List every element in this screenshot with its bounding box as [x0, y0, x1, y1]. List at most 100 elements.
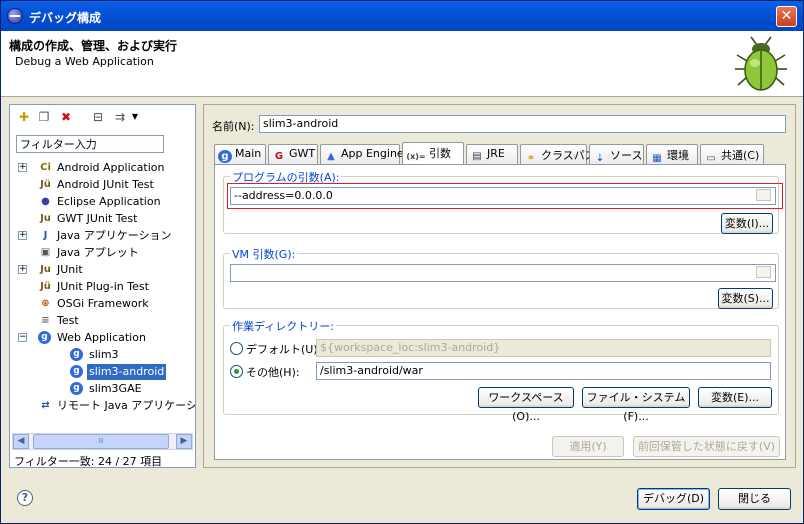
filter-match-count: フィルター一致: 24 / 27 項目	[14, 455, 163, 468]
remote-java-icon: ⇄	[41, 400, 50, 411]
eclipse-icon	[7, 8, 23, 24]
tree-item-label: JUnit Plug-in Test	[57, 280, 149, 293]
other-radio[interactable]	[230, 365, 243, 378]
debug-configurations-window: デバッグ構成 ✕ 構成の作成、管理、および実行 Debug a Web Appl…	[0, 0, 804, 524]
working-directory-label: 作業ディレクトリー:	[230, 318, 336, 334]
tab-label: ソース	[610, 149, 643, 162]
configuration-editor: 名前(N): slim3-android g Main G GWT ▲ App Engin…	[203, 104, 796, 468]
collapse-all-icon[interactable]: ⊟	[90, 109, 106, 125]
expand-icon[interactable]: +	[18, 265, 27, 274]
workspace-button[interactable]: ワークスペース(O)...	[478, 387, 574, 423]
tab-label: JRE	[487, 147, 505, 160]
gwt-icon: G	[274, 151, 284, 162]
android-icon: Ci	[40, 162, 51, 173]
debug-button[interactable]: デバッグ(D)	[637, 488, 710, 510]
filter-input[interactable]	[16, 135, 164, 153]
tree-item[interactable]: g slim3-android	[10, 364, 195, 380]
tree-item[interactable]: Ju GWT JUnit Test	[10, 211, 195, 227]
program-args-field[interactable]: --address=0.0.0.0	[230, 187, 776, 205]
horizontal-scrollbar[interactable]: ◀ Ⅲ ▶	[12, 433, 193, 450]
arguments-icon: (x)=	[406, 152, 426, 161]
tree-item[interactable]: ● Eclipse Application	[10, 194, 195, 210]
title-bar[interactable]: デバッグ構成 ✕	[1, 1, 803, 31]
tree-item[interactable]: + J Java アプリケーション	[10, 228, 195, 244]
tree-item[interactable]: + Ju JUnit	[10, 262, 195, 278]
program-args-variables-button[interactable]: 変数(I)...	[721, 213, 773, 234]
apply-button[interactable]: 適用(Y)	[552, 436, 624, 457]
expand-icon[interactable]: +	[18, 163, 27, 172]
tab-common[interactable]: ▭ 共通(C)	[700, 144, 764, 164]
file-system-button[interactable]: ファイル・システム(F)...	[582, 387, 690, 423]
eclipse-icon: ●	[41, 196, 50, 207]
duplicate-icon[interactable]: ❐	[36, 109, 52, 125]
test-icon: ≡	[41, 315, 50, 326]
tab-environment[interactable]: ▦ 環境	[646, 144, 698, 164]
other-dir-field[interactable]: /slim3-android/war	[316, 362, 771, 380]
tree-item[interactable]: ▣ Java アプレット	[10, 245, 195, 261]
scroll-left-icon[interactable]: ◀	[13, 434, 29, 449]
name-field[interactable]: slim3-android	[259, 115, 786, 133]
default-label: デフォルト(U):	[246, 343, 322, 356]
tree-item[interactable]: ≡ Test	[10, 313, 195, 329]
tree-item[interactable]: ⇄ リモート Java アプリケーション	[10, 398, 195, 414]
gae-icon: g	[70, 365, 83, 378]
tree-item[interactable]: Jü Android JUnit Test	[10, 177, 195, 193]
filter-menu-chevron-down-icon[interactable]: ▼	[130, 109, 140, 125]
tree-item[interactable]: g slim3	[10, 347, 195, 363]
gae-icon: g	[70, 348, 83, 361]
tree-item-label: JUnit	[57, 263, 83, 276]
vm-spinner-icon[interactable]	[756, 266, 771, 278]
tree-item-label: slim3	[89, 348, 119, 361]
gae-icon: g	[70, 382, 83, 395]
vm-args-field[interactable]	[230, 264, 776, 282]
tab-gwt[interactable]: G GWT	[268, 144, 318, 164]
default-radio[interactable]	[230, 342, 243, 355]
appengine-icon: ▲	[327, 151, 335, 162]
tree-item[interactable]: g slim3GAE	[10, 381, 195, 397]
program-args-group: プログラムの引数(A): --address=0.0.0.0 変数(I)...	[223, 169, 783, 234]
tab-appengine[interactable]: ▲ App Engine	[320, 144, 404, 164]
name-label: 名前(N):	[212, 120, 255, 133]
junit-icon: Jü	[40, 179, 51, 190]
junit-icon: Ju	[40, 213, 51, 224]
tree-item-label: リモート Java アプリケーション	[57, 399, 195, 412]
dialog-header: 構成の作成、管理、および実行 Debug a Web Application	[1, 31, 803, 97]
workdir-variables-button[interactable]: 変数(E)...	[698, 387, 772, 408]
window-title: デバッグ構成	[29, 11, 102, 25]
close-button[interactable]: 閉じる	[718, 488, 791, 510]
filter-icon[interactable]: ⇉	[112, 109, 128, 125]
scroll-right-icon[interactable]: ▶	[176, 434, 192, 449]
expand-icon[interactable]: +	[18, 231, 27, 240]
tab-arguments[interactable]: (x)= 引数	[402, 142, 464, 164]
new-configuration-icon[interactable]: ✚	[16, 109, 32, 125]
tree-item[interactable]: ⊕ OSGi Framework	[10, 296, 195, 312]
help-icon[interactable]: ?	[17, 490, 33, 506]
delete-icon[interactable]: ✖	[58, 109, 74, 125]
tree-item-label: Eclipse Application	[57, 195, 161, 208]
tab-jre[interactable]: ▤ JRE	[466, 144, 518, 164]
close-window-button[interactable]: ✕	[776, 6, 797, 27]
tree-item[interactable]: Jü JUnit Plug-in Test	[10, 279, 195, 295]
applet-icon: ▣	[40, 247, 51, 258]
osgi-icon: ⊕	[41, 298, 50, 309]
tab-gae[interactable]: g Main	[214, 144, 266, 164]
tab-source[interactable]: ⇣ ソース	[589, 144, 644, 164]
header-title: 構成の作成、管理、および実行	[9, 39, 178, 53]
collapse-icon[interactable]: −	[18, 333, 27, 342]
tab-classpath[interactable]: ⚭ クラスパス	[520, 144, 596, 164]
args-spinner-icon[interactable]	[756, 189, 771, 201]
tree-item[interactable]: − g Web Application	[10, 330, 195, 346]
tree-item-label: Android JUnit Test	[57, 178, 154, 191]
tab-label: 環境	[667, 149, 689, 162]
scroll-thumb[interactable]: Ⅲ	[33, 434, 169, 449]
tree-item-label: slim3-android	[87, 364, 167, 380]
vm-args-variables-button[interactable]: 変数(S)...	[718, 288, 773, 309]
tab-label: App Engine	[341, 147, 404, 160]
vm-args-label: VM 引数(G):	[230, 246, 298, 262]
tree-item-label: GWT JUnit Test	[57, 212, 138, 225]
vm-args-group: VM 引数(G): 変数(S)...	[223, 246, 779, 309]
working-directory-group: 作業ディレクトリー: デフォルト(U): ${workspace_loc:sli…	[223, 318, 779, 423]
tab-label: 引数	[429, 147, 451, 160]
revert-button[interactable]: 前回保管した状態に戻す(V)	[633, 436, 780, 457]
tree-item[interactable]: + Ci Android Application	[10, 160, 195, 176]
